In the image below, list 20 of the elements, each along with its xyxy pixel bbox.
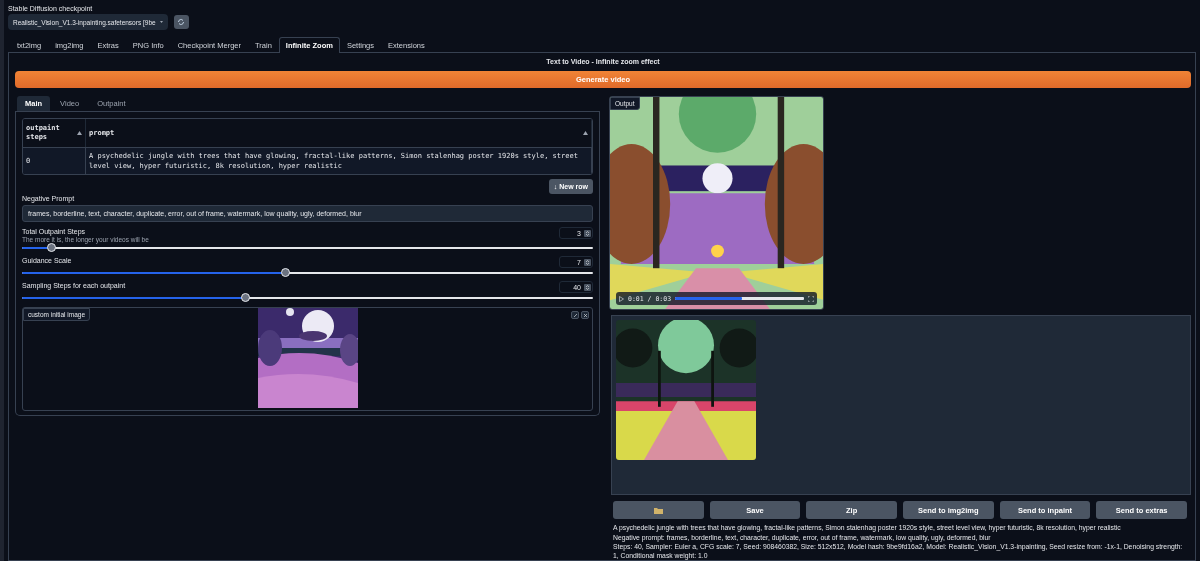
sort-icon[interactable] [583, 131, 588, 135]
caret-icon [159, 21, 163, 23]
slider-thumb[interactable] [240, 293, 250, 302]
refresh-button[interactable] [173, 15, 189, 29]
slider-thumb[interactable] [46, 243, 56, 252]
open-folder-button[interactable] [613, 501, 704, 519]
spinner-icon[interactable] [584, 283, 591, 291]
slider-thumb[interactable] [280, 268, 290, 277]
spinner-icon[interactable] [584, 229, 591, 237]
pencil-icon [572, 312, 578, 318]
edit-button[interactable] [571, 311, 579, 319]
refresh-icon [177, 18, 186, 26]
close-button[interactable] [581, 311, 589, 319]
sort-icon[interactable] [77, 131, 82, 135]
folder-icon [653, 506, 663, 514]
close-icon [582, 312, 588, 318]
play-icon[interactable] [619, 295, 624, 302]
video-progress[interactable] [675, 297, 804, 300]
spinner-icon[interactable] [584, 258, 591, 266]
fullscreen-icon[interactable] [808, 295, 814, 302]
